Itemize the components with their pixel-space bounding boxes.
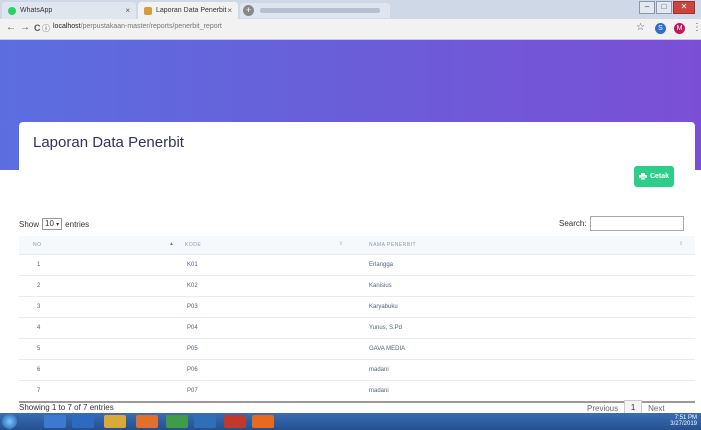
cell-no: 2	[37, 283, 41, 289]
table-header: NO ▲ KODE ⇕ NAMA PENERBIT ⇕	[19, 236, 695, 255]
cell-no: 3	[37, 304, 41, 310]
site-info-icon[interactable]: ⓘ	[42, 23, 50, 34]
browser-tab-bar: WhatsApp × Laporan Data Penerbit × + – □…	[0, 0, 701, 19]
table-row: 4 P04 Yunus, S.Pd	[19, 318, 695, 339]
search-control: Search:	[559, 216, 684, 231]
printer-icon	[638, 173, 647, 180]
cell-nama: Yunus, S.Pd	[369, 325, 403, 331]
tab-label: WhatsApp	[20, 7, 53, 14]
reload-icon[interactable]: C	[34, 23, 41, 33]
column-header-nama[interactable]: NAMA PENERBIT	[369, 242, 416, 248]
taskbar: 7:51 PM 3/27/2019	[0, 413, 701, 430]
browser-menu-icon[interactable]: ⋮	[692, 22, 701, 33]
entries-label: entries	[65, 219, 90, 229]
media-icon[interactable]	[72, 415, 94, 428]
xampp-icon[interactable]	[252, 415, 274, 428]
tab-whatsapp[interactable]: WhatsApp ×	[2, 2, 136, 19]
chevron-down-icon: ▾	[56, 222, 60, 228]
app-icon[interactable]	[224, 415, 246, 428]
cell-no: 6	[37, 367, 41, 373]
cell-kode: P07	[187, 388, 198, 394]
search-input[interactable]	[589, 216, 684, 231]
blurred-tab-title	[260, 8, 380, 13]
cell-no: 1	[37, 262, 41, 268]
next-button[interactable]: Next	[648, 404, 664, 413]
word-icon[interactable]	[194, 415, 216, 428]
address-bar: ← → C ⓘ localhost/perpustakaan-master/re…	[0, 19, 701, 40]
page-title: Laporan Data Penerbit	[33, 134, 184, 151]
print-button[interactable]: Cetak	[634, 166, 674, 187]
column-header-kode[interactable]: KODE	[185, 242, 201, 248]
cell-kode: P03	[187, 304, 198, 310]
cell-kode: P06	[187, 367, 198, 373]
sort-asc-icon[interactable]: ▲	[169, 241, 174, 247]
cell-kode: K01	[187, 262, 198, 268]
cell-nama: madani	[369, 388, 389, 394]
tab-label: Laporan Data Penerbit	[156, 7, 227, 14]
table-row: 5 P05 GAVA MEDIA	[19, 339, 695, 360]
cell-no: 4	[37, 325, 41, 331]
window-controls: – □ ✕	[638, 1, 695, 14]
sort-icon[interactable]: ⇕	[339, 241, 343, 247]
system-clock[interactable]: 7:51 PM 3/27/2019	[670, 415, 697, 427]
cell-nama: Karyabuku	[369, 304, 398, 310]
forward-icon[interactable]: →	[20, 22, 30, 33]
cell-nama: GAVA MEDIA	[369, 346, 406, 352]
table-row: 1 K01 Erlangga	[19, 255, 695, 276]
url-host: localhost	[53, 23, 81, 30]
sort-icon[interactable]: ⇕	[679, 241, 683, 247]
back-icon[interactable]: ←	[6, 22, 16, 33]
url-field[interactable]: localhost/perpustakaan-master/reports/pe…	[53, 23, 222, 30]
maximize-button[interactable]: □	[656, 1, 672, 14]
previous-button[interactable]: Previous	[587, 404, 618, 413]
cell-kode: P04	[187, 325, 198, 331]
table-row: 2 K02 Kanisius	[19, 276, 695, 297]
url-path: /perpustakaan-master/reports/penerbit_re…	[80, 23, 222, 30]
close-window-button[interactable]: ✕	[673, 1, 695, 14]
show-label: Show	[19, 219, 40, 229]
search-label: Search:	[559, 219, 587, 228]
folder-icon[interactable]	[104, 415, 126, 428]
tab-laporan[interactable]: Laporan Data Penerbit ×	[138, 2, 238, 19]
cell-nama: Kanisius	[369, 283, 392, 289]
entries-value: 10	[45, 219, 54, 228]
cell-nama: Erlangga	[369, 262, 394, 268]
start-button[interactable]	[2, 414, 17, 429]
entries-select[interactable]: 10 ▾	[42, 218, 63, 230]
bookmark-star-icon[interactable]: ☆	[636, 22, 645, 33]
profile-avatar[interactable]: M	[674, 23, 685, 34]
tab-close-icon[interactable]: ×	[125, 6, 130, 15]
clock-date: 3/27/2019	[670, 421, 697, 427]
table-row: 6 P06 madani	[19, 360, 695, 381]
tab-close-icon[interactable]: ×	[227, 6, 232, 15]
page-favicon-icon	[144, 6, 152, 15]
whatsapp-icon	[8, 6, 16, 15]
print-button-label: Cetak	[649, 173, 670, 180]
table-row: 3 P03 Karyabuku	[19, 297, 695, 318]
firefox-icon[interactable]	[136, 415, 158, 428]
chrome-icon[interactable]	[166, 415, 188, 428]
new-tab-icon[interactable]: +	[243, 5, 254, 16]
extension-icon[interactable]: S	[655, 23, 666, 34]
report-card: Laporan Data Penerbit Cetak Show 10 ▾ en…	[19, 122, 695, 422]
length-control: Show 10 ▾ entries	[19, 218, 89, 230]
cell-no: 5	[37, 346, 41, 352]
cell-kode: P05	[187, 346, 198, 352]
cell-nama: madani	[369, 367, 389, 373]
column-header-no[interactable]: NO	[33, 242, 42, 248]
table-info: Showing 1 to 7 of 7 entries	[19, 403, 114, 412]
cell-kode: K02	[187, 283, 198, 289]
tab-blurred[interactable]: +	[240, 3, 390, 18]
ie-icon[interactable]	[44, 415, 66, 428]
cell-no: 7	[37, 388, 41, 394]
minimize-button[interactable]: –	[639, 1, 655, 14]
